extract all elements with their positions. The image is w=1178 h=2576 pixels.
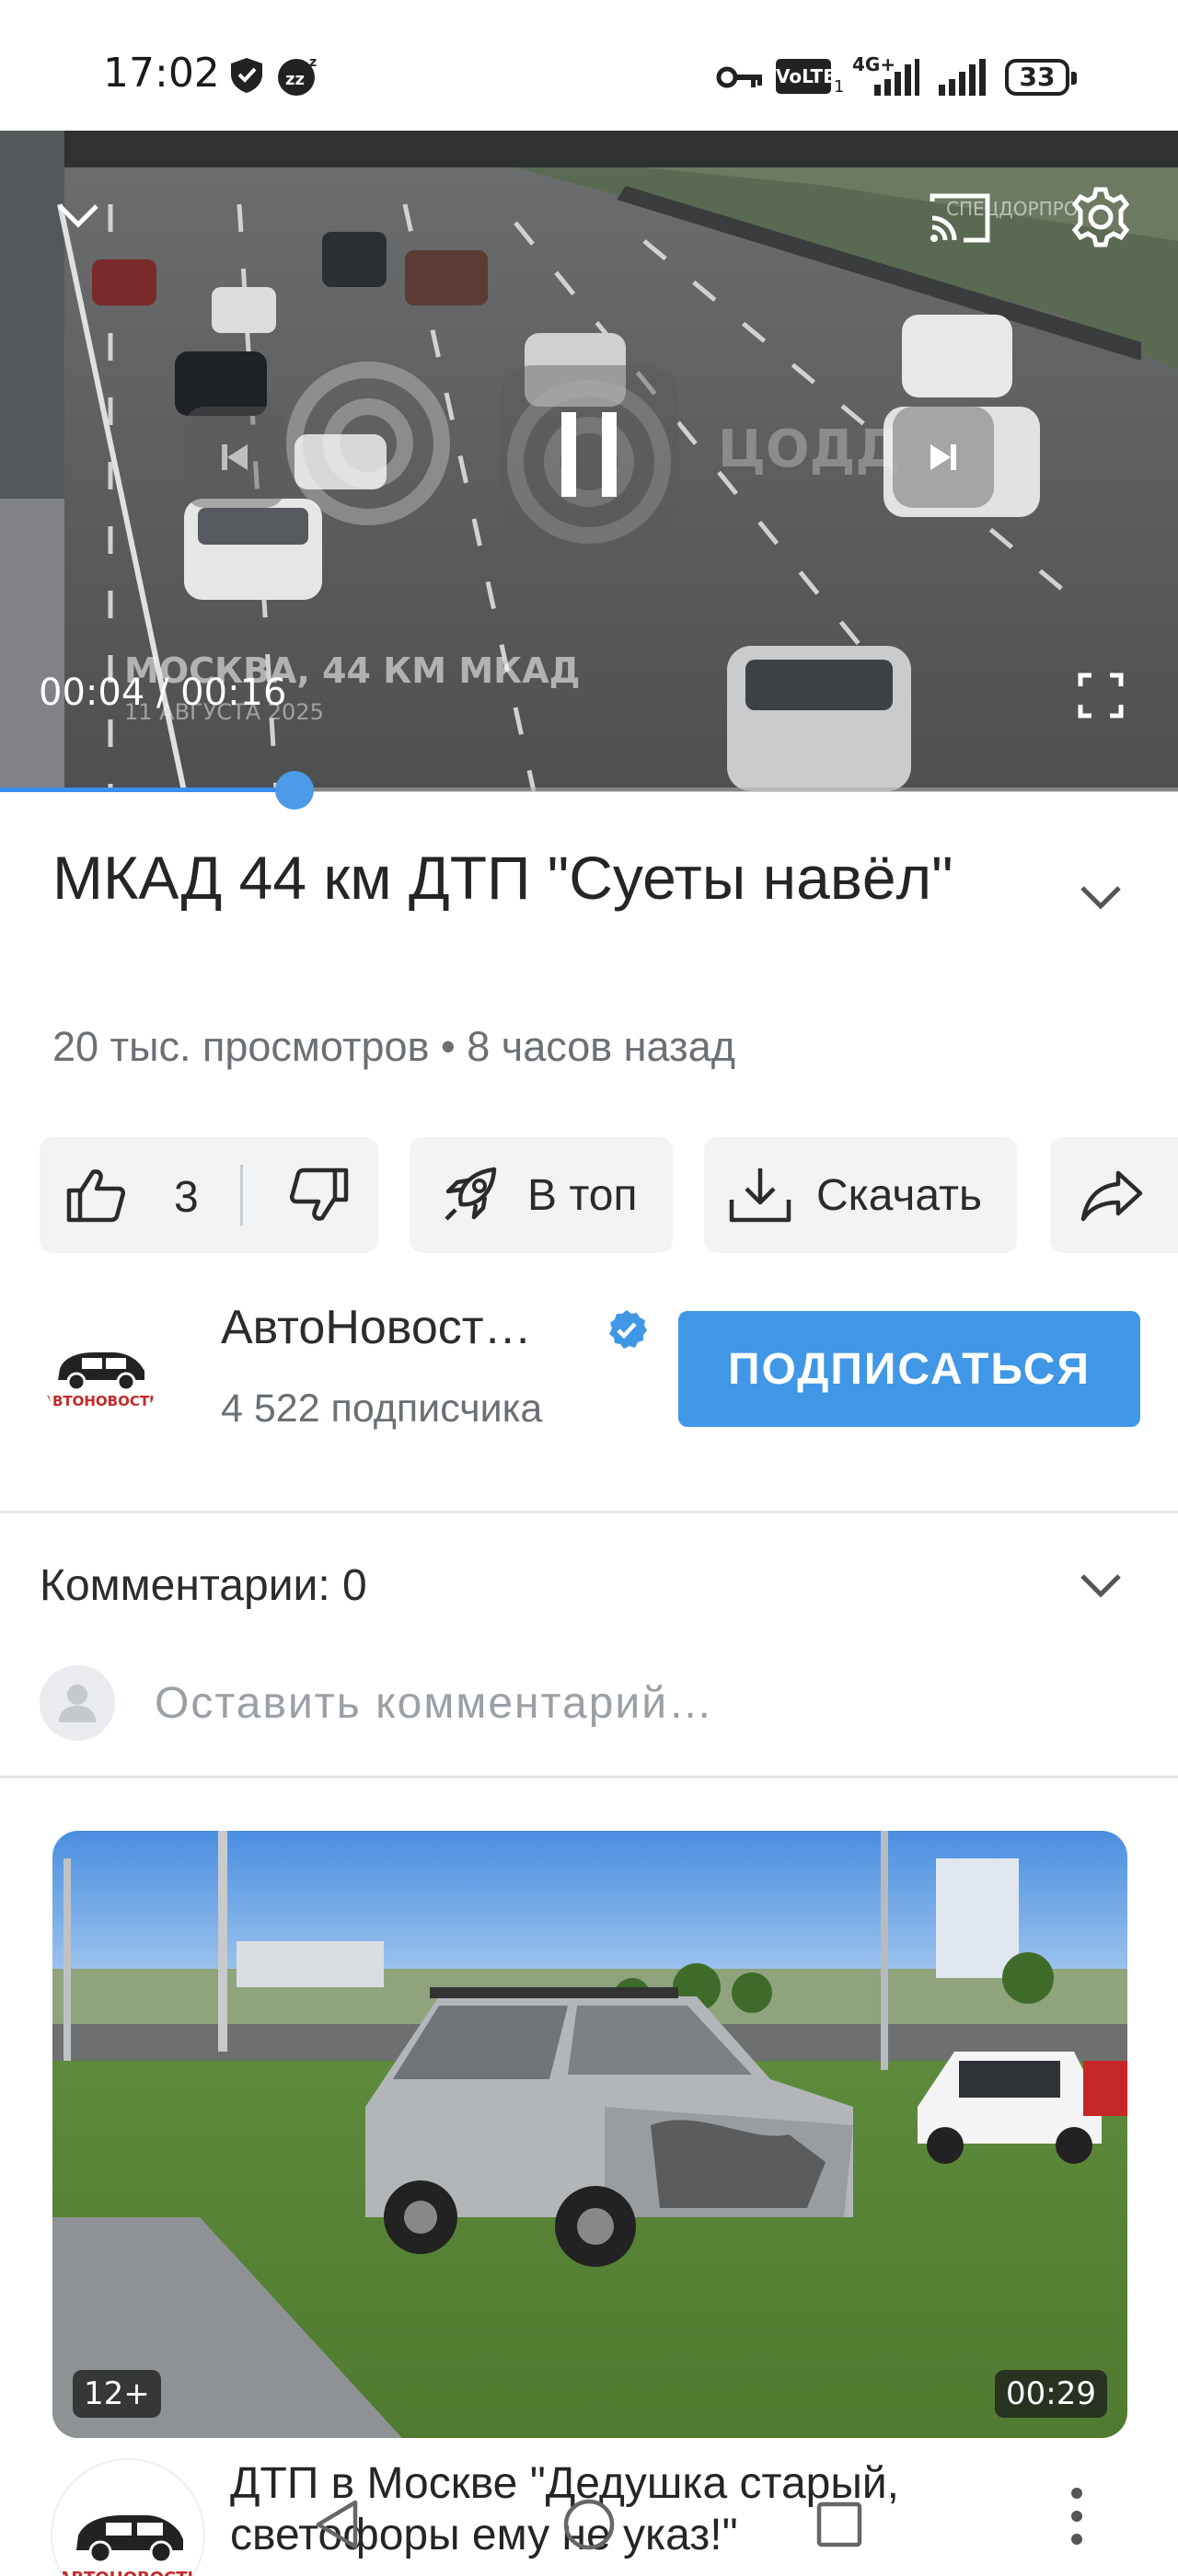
like-count: 3 [174,1173,199,1222]
user-placeholder-icon [59,1685,96,1722]
section-divider [0,1511,1178,1513]
chevron-down-icon [1080,886,1121,910]
svg-text:АВТОНОВОСТИ: АВТОНОВОСТИ [41,1393,160,1409]
play-pause-button[interactable] [500,365,678,544]
settings-button[interactable] [1058,175,1143,259]
chevron-down-icon [1080,1574,1121,1598]
battery-indicator: 33 [1005,59,1077,96]
video-player[interactable]: ЦОДД СПЕЦДОРПРО МОСКВА, 44 КМ МКАД 11 АВ… [0,131,1178,791]
promote-button[interactable]: В топ [410,1137,673,1253]
collapse-player-button[interactable] [46,184,110,248]
like-button[interactable]: 3 [40,1137,242,1253]
sleep-mode-icon: zz z [278,55,317,96]
watermark-brand: ЦОДД [718,420,901,479]
comments-header[interactable]: Комментарии: 0 [40,1560,367,1611]
promote-label: В топ [527,1170,638,1220]
next-button[interactable] [893,407,994,508]
comment-input[interactable] [155,1673,983,1733]
fullscreen-icon [1078,673,1124,719]
progress-scrubber[interactable] [275,771,314,810]
duration-badge: 00:29 [995,2370,1107,2418]
like-divider [240,1165,243,1225]
download-button[interactable]: Скачать [704,1137,1017,1253]
shield-icon [231,58,262,93]
previous-icon [222,444,248,470]
channel-logo: АВТОНОВОСТИ [40,1305,163,1428]
volte-sim-number: 1 [834,77,845,97]
thumbnail-image [52,1831,1127,2438]
download-label: Скачать [816,1170,982,1220]
expand-description-button[interactable] [1068,868,1134,927]
system-navigation-bar [0,2475,1178,2576]
fullscreen-button[interactable] [1068,662,1134,729]
user-avatar [40,1665,115,1741]
nav-recents-button[interactable] [803,2488,876,2561]
nav-home-button[interactable] [552,2488,626,2561]
svg-text:z: z [309,55,317,70]
status-bar: 17:02 zz z VoLTE 1 4G+ 33 [0,0,1178,131]
volte-badge: VoLTE [776,59,836,94]
signal-sim2-icon [939,59,986,96]
pause-icon [561,412,617,497]
expand-comments-button[interactable] [1068,1557,1134,1616]
nav-back-button[interactable] [300,2488,374,2561]
cast-icon [930,193,990,243]
channel-name[interactable]: АвтоНовост… [221,1300,532,1355]
home-circle-icon [563,2499,615,2550]
recommended-thumbnail[interactable]: 12+ 00:29 [52,1831,1127,2438]
video-meta: 20 тыс. просмотров • 8 часов назад [52,1023,735,1070]
age-rating-badge: 12+ [73,2370,161,2418]
progress-fill [0,788,294,792]
dislike-button[interactable] [260,1137,378,1253]
next-icon [930,444,956,470]
subscribe-button[interactable]: ПОДПИСАТЬСЯ [678,1311,1140,1427]
share-icon [1080,1170,1143,1222]
section-divider [0,1776,1178,1778]
channel-avatar[interactable]: АВТОНОВОСТИ [40,1305,163,1428]
settings-gear-icon [1071,187,1130,247]
like-dislike-group: 3 [40,1137,378,1253]
svg-text:zz: zz [285,70,305,89]
thumbs-down-icon [289,1167,349,1221]
thumbs-up-icon [66,1169,126,1223]
subscriber-count: 4 522 подписчика [221,1386,543,1431]
time-display: 00:04 / 00:16 [39,672,287,714]
share-button[interactable] [1050,1137,1178,1253]
cast-button[interactable] [918,177,1001,259]
verified-badge-icon [609,1310,647,1349]
previous-button[interactable] [184,407,285,508]
key-icon [716,66,762,88]
download-icon [729,1168,791,1223]
back-triangle-icon [316,2500,358,2549]
video-title: МКАД 44 км ДТП "Суеты навёл" [52,844,953,912]
status-time: 17:02 [103,50,220,97]
signal-sim1-icon [874,59,919,96]
recents-square-icon [816,2501,862,2547]
chevron-down-icon [58,204,98,228]
rocket-icon [445,1167,497,1221]
